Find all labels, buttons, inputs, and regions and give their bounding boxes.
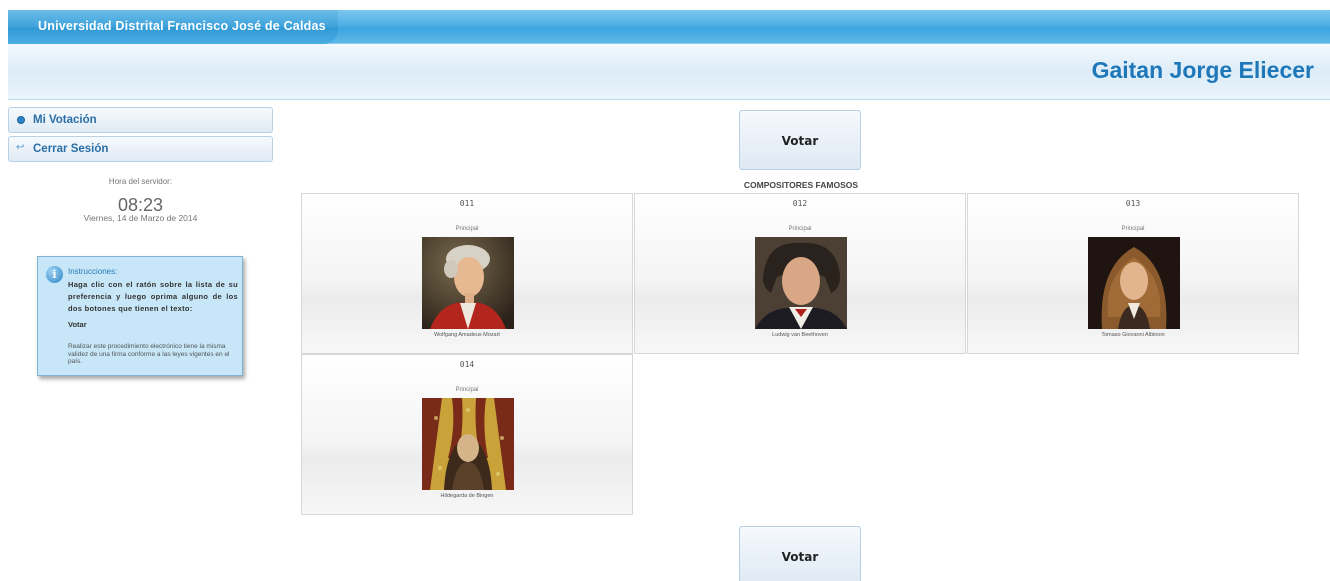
candidate-role: Principal: [1121, 226, 1145, 232]
candidate-role: Principal: [455, 226, 479, 232]
candidate-card-012[interactable]: 012 Principal Ludwig van Beethoven: [634, 193, 966, 354]
instructions-text: Haga clic con el ratón sobre la lista de…: [68, 280, 238, 313]
candidate-code: 013: [1125, 199, 1141, 208]
header-band: Gaitan Jorge Eliecer: [8, 44, 1330, 100]
candidate-photo: [1088, 237, 1180, 329]
group-title: COMPOSITORES FAMOSOS: [743, 180, 859, 190]
university-title: Universidad Distrital Francisco José de …: [38, 19, 326, 33]
candidate-code: 014: [459, 360, 475, 369]
vote-button-bottom[interactable]: Votar: [739, 526, 861, 581]
menu-item-cerrar-sesion[interactable]: ↩ Cerrar Sesión: [8, 136, 273, 162]
instructions-vote-word: Votar: [68, 320, 87, 329]
bullet-icon: [17, 116, 25, 124]
instructions-box: i Instrucciones: Haga clic con el ratón …: [37, 256, 243, 376]
candidate-card-014[interactable]: 014 Principal Hildegarda de Bingen: [301, 354, 633, 515]
candidate-name: Tomaso Giovanni Albinoni: [1101, 332, 1165, 338]
candidate-name: Wolfgang Amadeus Mozart: [434, 332, 500, 338]
vote-button-top[interactable]: Votar: [739, 110, 861, 170]
menu-item-label: Cerrar Sesión: [33, 143, 109, 155]
instructions-title: Instrucciones:: [68, 267, 118, 276]
candidate-role: Principal: [455, 387, 479, 393]
menu-item-label: Mi Votación: [33, 114, 97, 126]
info-icon: i: [46, 266, 63, 283]
arrow-icon: ↩: [16, 142, 25, 153]
candidate-photo: [755, 237, 847, 329]
voting-page: Universidad Distrital Francisco José de …: [0, 0, 1330, 581]
menu-item-mi-votacion[interactable]: Mi Votación: [8, 107, 273, 133]
candidate-name: Hildegarda de Bingen: [440, 493, 494, 499]
candidate-photo: [422, 398, 514, 490]
server-date: Viernes, 14 de Marzo de 2014: [83, 213, 198, 223]
user-name: Gaitan Jorge Eliecer: [1091, 57, 1314, 83]
candidate-code: 012: [792, 199, 808, 208]
candidate-photo: [422, 237, 514, 329]
candidate-card-011[interactable]: 011 Principal Wolfgang Amadeus Mozart: [301, 193, 633, 354]
candidate-code: 011: [459, 199, 475, 208]
candidate-name: Ludwig van Beethoven: [772, 332, 828, 338]
instructions-note: Realizar este procedimiento electrónico …: [68, 343, 230, 365]
candidate-card-013[interactable]: 013 Principal Tomaso Giovanni Albinoni: [967, 193, 1299, 354]
candidate-role: Principal: [788, 226, 812, 232]
server-time-label: Hora del servidor:: [108, 177, 173, 186]
top-bar: Universidad Distrital Francisco José de …: [8, 10, 1330, 44]
